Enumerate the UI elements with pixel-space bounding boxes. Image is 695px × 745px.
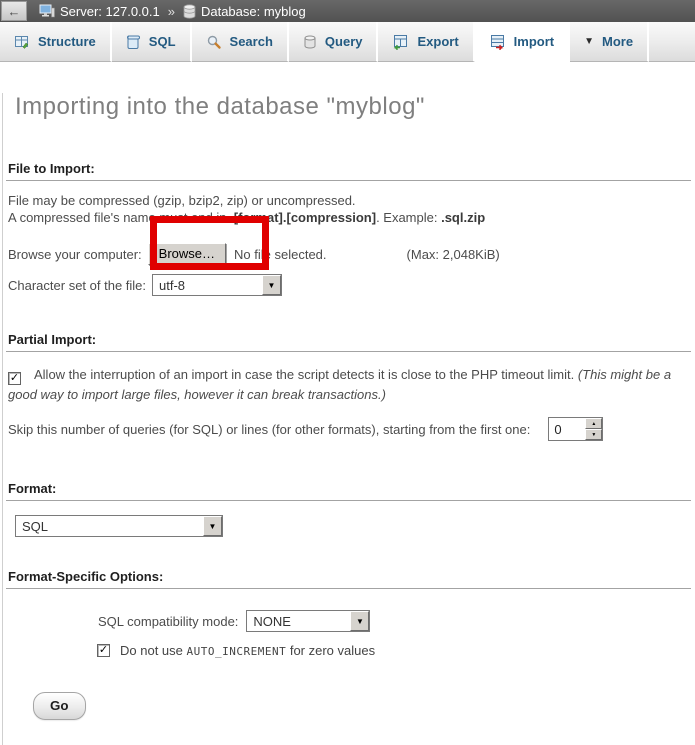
- charset-row: Character set of the file: utf-8 ▼: [8, 274, 695, 296]
- compression-format-token: .[format].[compression]: [230, 210, 376, 225]
- dropdown-arrow-icon[interactable]: ▼: [262, 275, 281, 295]
- tab-bar-filler: [649, 22, 695, 62]
- sql-compatibility-row: SQL compatibility mode: NONE ▼: [98, 610, 695, 632]
- auto-increment-row: ✓ Do not use AUTO_INCREMENT for zero val…: [97, 643, 695, 658]
- allow-interrupt-checkbox[interactable]: ✓: [8, 372, 21, 385]
- dropdown-arrow-icon[interactable]: ▼: [203, 516, 222, 536]
- tab-label: Structure: [38, 34, 96, 49]
- max-upload-size-text: (Max: 2,048KiB): [407, 247, 500, 262]
- tab-label: More: [602, 34, 633, 49]
- tab-structure[interactable]: Structure: [0, 22, 112, 62]
- sql-compatibility-select[interactable]: NONE ▼: [246, 610, 370, 632]
- compression-example-token: .sql.zip: [441, 210, 485, 225]
- browse-button[interactable]: Browse…: [148, 243, 226, 265]
- tab-label: Import: [514, 34, 554, 49]
- tab-bar: Structure SQL Search Query: [0, 22, 695, 62]
- tab-sql[interactable]: SQL: [112, 22, 192, 62]
- breadcrumb: Server: 127.0.0.1 » Database: myblog: [39, 3, 306, 19]
- server-icon: [39, 3, 55, 19]
- checkmark-icon: ✓: [10, 373, 19, 384]
- tab-export[interactable]: Export: [378, 22, 474, 62]
- format-select[interactable]: SQL ▼: [15, 515, 223, 537]
- skip-queries-row: Skip this number of queries (for SQL) or…: [8, 417, 689, 441]
- back-arrow-icon: ←: [8, 5, 21, 18]
- breadcrumb-server-link[interactable]: Server: 127.0.0.1: [60, 4, 160, 19]
- auto-increment-code-token: AUTO_INCREMENT: [187, 645, 287, 658]
- query-database-icon: [303, 34, 317, 50]
- sql-compatibility-selected-value: NONE: [247, 611, 350, 631]
- tab-label: Export: [417, 34, 458, 49]
- section-heading-format: Format:: [6, 481, 691, 501]
- skip-queries-value: 0: [549, 418, 585, 440]
- allow-interrupt-label: Allow the interruption of an import in c…: [34, 367, 578, 382]
- section-heading-partial-import: Partial Import:: [6, 332, 691, 352]
- database-icon: [183, 4, 196, 19]
- main-content: Importing into the database "myblog" Fil…: [2, 93, 695, 745]
- tab-search[interactable]: Search: [192, 22, 289, 62]
- charset-selected-value: utf-8: [153, 275, 262, 295]
- charset-select[interactable]: utf-8 ▼: [152, 274, 282, 296]
- spinner-down-button[interactable]: ▼: [585, 429, 602, 440]
- compression-line1: File may be compressed (gzip, bzip2, zip…: [8, 193, 356, 208]
- compression-line2-prefix: A compressed file's name must end in: [8, 210, 230, 225]
- section-heading-format-specific-options: Format-Specific Options:: [6, 569, 691, 589]
- tab-label: Query: [325, 34, 363, 49]
- tab-label: Search: [230, 34, 273, 49]
- breadcrumb-bar: ← Server: 127.0.0.1 » Database: myblog: [0, 0, 695, 22]
- export-icon: [392, 34, 409, 50]
- skip-queries-input[interactable]: 0 ▲ ▼: [548, 417, 603, 441]
- dropdown-arrow-icon[interactable]: ▼: [350, 611, 369, 631]
- checkmark-icon: ✓: [99, 645, 108, 656]
- browse-label: Browse your computer:: [8, 247, 142, 262]
- chevron-down-icon: ▼: [584, 36, 594, 47]
- section-heading-file-to-import: File to Import:: [6, 161, 691, 181]
- allow-interrupt-row: ✓ Allow the interruption of an import in…: [8, 365, 687, 404]
- compression-line2-mid: . Example:: [376, 210, 441, 225]
- auto-increment-label: Do not use AUTO_INCREMENT for zero value…: [120, 643, 375, 658]
- skip-queries-label: Skip this number of queries (for SQL) or…: [8, 422, 530, 437]
- breadcrumb-separator: »: [168, 4, 175, 19]
- tab-more[interactable]: ▼ More: [570, 22, 649, 62]
- auto-increment-label-prefix: Do not use: [120, 643, 187, 658]
- compression-info-text: File may be compressed (gzip, bzip2, zip…: [8, 192, 689, 226]
- search-icon: [206, 34, 222, 50]
- tab-import[interactable]: Import: [475, 22, 570, 62]
- sql-compatibility-label: SQL compatibility mode:: [98, 614, 238, 629]
- auto-increment-checkbox[interactable]: ✓: [97, 644, 110, 657]
- spinner-up-button[interactable]: ▲: [585, 418, 602, 429]
- no-file-selected-text: No file selected.: [234, 247, 327, 262]
- tab-label: SQL: [149, 34, 176, 49]
- format-row: SQL ▼: [15, 515, 695, 537]
- structure-icon: [14, 34, 30, 50]
- page-title: Importing into the database "myblog": [15, 93, 695, 121]
- import-icon: [489, 34, 506, 50]
- auto-increment-label-suffix: for zero values: [286, 643, 375, 658]
- charset-label: Character set of the file:: [8, 278, 146, 293]
- format-selected-value: SQL: [16, 516, 203, 536]
- breadcrumb-database-link[interactable]: Database: myblog: [201, 4, 306, 19]
- sql-document-icon: [126, 34, 141, 50]
- browse-row: Browse your computer: Browse… No file se…: [8, 243, 695, 265]
- tab-query[interactable]: Query: [289, 22, 379, 62]
- back-button[interactable]: ←: [1, 1, 27, 21]
